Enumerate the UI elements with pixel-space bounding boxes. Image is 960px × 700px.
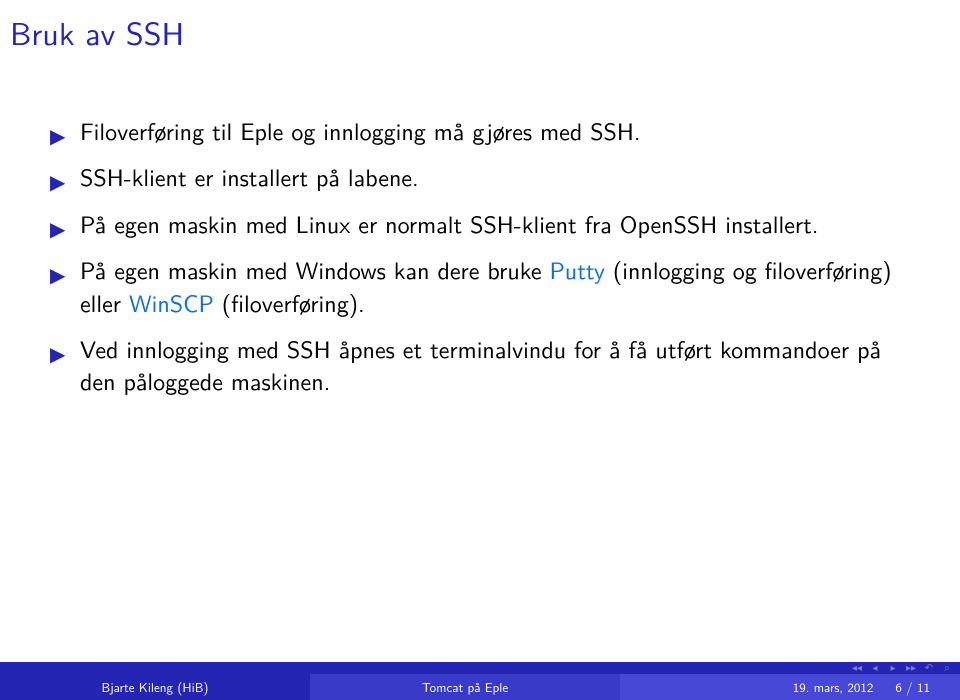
nav-first-icon[interactable]: ◂◂: [850, 663, 864, 673]
footer-page: 6 / 11: [895, 678, 930, 697]
text-segment: Ved innlogging med SSH åpnes et terminal…: [80, 331, 881, 398]
text-segment: På egen maskin med Linux er normalt SSH-…: [80, 206, 818, 241]
nav-search-icon[interactable]: ⌕: [940, 663, 954, 673]
slide-title: Bruk av SSH: [10, 8, 184, 55]
footer: Bjarte Kileng (HiB) Tomcat på Eple 19. m…: [0, 674, 960, 700]
footer-author: Bjarte Kileng (HiB): [0, 674, 310, 700]
footer-talk-title: Tomcat på Eple: [310, 674, 620, 700]
list-item-text: Filoverføring til Eple og innlogging må …: [80, 113, 641, 148]
text-segment: Filoverføring til Eple og innlogging må …: [80, 113, 641, 148]
text-segment: SSH-klient er installert på labene.: [80, 159, 419, 194]
nav-last-icon[interactable]: ▸▸: [904, 663, 918, 673]
nav-next-icon[interactable]: ▸: [886, 663, 900, 673]
list-item-text: På egen maskin med Windows kan dere bruk…: [80, 252, 892, 319]
list-item: ▶ På egen maskin med Windows kan dere bru…: [40, 254, 920, 319]
footer-date: 19. mars, 2012: [793, 678, 874, 697]
nav-bar: ◂◂ ◂ ▸ ▸▸ ↶ ⌕: [0, 662, 960, 674]
list-item: ▶ Ved innlogging med SSH åpnes et termina…: [40, 333, 920, 398]
link-text[interactable]: Putty: [549, 252, 604, 287]
list-item-text: På egen maskin med Linux er normalt SSH-…: [80, 206, 818, 241]
triangle-bullet-icon: ▶: [50, 168, 65, 195]
text-segment: (filoverføring).: [214, 285, 365, 320]
triangle-bullet-icon: ▶: [50, 122, 65, 149]
slide-content: ▶ Filoverføring til Eple og innlogging må…: [40, 115, 920, 412]
triangle-bullet-icon: ▶: [50, 215, 65, 242]
text-segment: På egen maskin med Windows kan dere bruk…: [80, 252, 549, 287]
list-item-text: SSH-klient er installert på labene.: [80, 159, 419, 194]
slide: Bruk av SSH ▶ Filoverføring til Eple og i…: [0, 0, 960, 700]
footer-date-page: 19. mars, 2012 6 / 11: [620, 674, 960, 700]
link-text[interactable]: WinSCP: [129, 285, 214, 320]
bullet-list: ▶ Filoverføring til Eple og innlogging må…: [40, 115, 920, 398]
list-item: ▶ SSH-klient er installert på labene.: [40, 161, 920, 193]
nav-prev-icon[interactable]: ◂: [868, 663, 882, 673]
triangle-bullet-icon: ▶: [50, 340, 65, 367]
list-item: ▶ På egen maskin med Linux er normalt SSH…: [40, 208, 920, 240]
list-item: ▶ Filoverføring til Eple og innlogging må…: [40, 115, 920, 147]
nav-back-icon[interactable]: ↶: [922, 663, 936, 673]
list-item-text: Ved innlogging med SSH åpnes et terminal…: [80, 331, 881, 398]
triangle-bullet-icon: ▶: [50, 261, 65, 288]
